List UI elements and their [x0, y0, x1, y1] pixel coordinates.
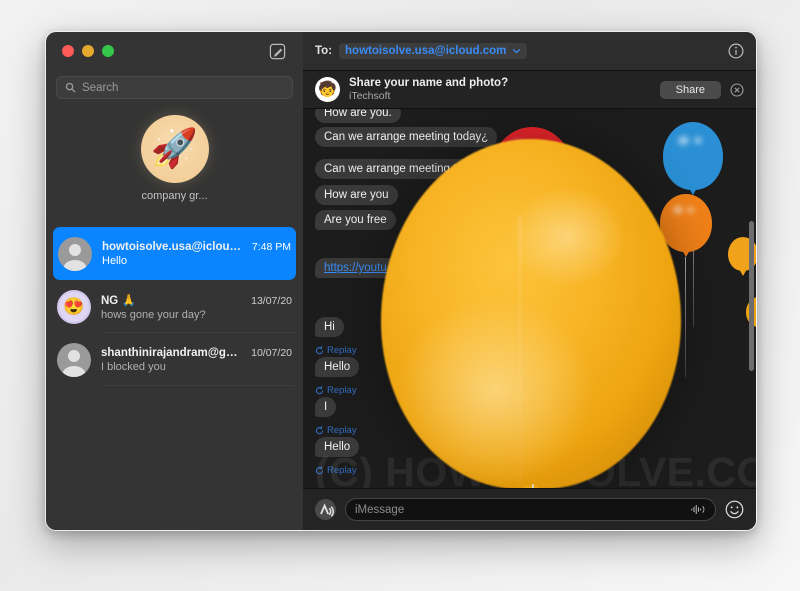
- heart-eyes-icon: 😍: [63, 297, 85, 316]
- conversation-preview: hows gone your day?: [101, 308, 206, 321]
- conversation-time: 7:48 PM: [251, 240, 291, 253]
- message-bubble[interactable]: Can we arrange meeting today¿: [315, 127, 498, 147]
- minimize-button[interactable]: [82, 45, 94, 57]
- recipient-address: howtoisolve.usa@icloud.com: [345, 45, 507, 57]
- replay-effect-button[interactable]: Replay: [315, 385, 359, 396]
- timestamp: Thu, 16 Jul, 10:12 PM: [461, 219, 550, 229]
- sidebar: 🚀 company gr... howtoisolve.usa@icloud..…: [46, 32, 303, 530]
- conversation-preview: Hello: [102, 254, 128, 267]
- replay-label: Replay: [327, 385, 357, 396]
- message-input-bar: [303, 488, 756, 530]
- list-item[interactable]: 😍 NG 🙏 13/07/20 hows gone your day?: [46, 280, 303, 333]
- memoji-avatar: 🧒: [315, 77, 340, 102]
- message-row[interactable]: I Replay: [315, 397, 357, 436]
- message-row[interactable]: Can we arrange meeting today¿: [315, 127, 498, 152]
- youtube-link[interactable]: https://youtu.be/rO: [324, 262, 419, 274]
- replay-icon: [315, 346, 324, 355]
- chevron-down-icon[interactable]: [512, 48, 521, 54]
- replay-effect-button[interactable]: Replay: [315, 465, 359, 476]
- message-bubble[interactable]: Are you free: [315, 210, 396, 230]
- balloon-string: [693, 197, 694, 327]
- balloon-big-yellow: [381, 139, 681, 488]
- pinned-name: company gr...: [141, 190, 208, 202]
- conversation-name: shanthinirajandram@gm...: [101, 346, 246, 359]
- watermark: (C) HOWTOISOLVE.COM: [315, 449, 756, 488]
- avatar: [57, 342, 91, 377]
- to-label: To:: [315, 45, 333, 57]
- conversation-preview: I blocked you: [101, 360, 166, 373]
- zoom-button[interactable]: [102, 45, 114, 57]
- timestamp: Today 2:44 PM: [471, 274, 532, 284]
- message-bubble[interactable]: Hello: [315, 437, 360, 457]
- compose-icon[interactable]: [269, 43, 286, 60]
- pinned-avatar: 🚀: [140, 115, 209, 183]
- message-bubble[interactable]: Hi: [315, 317, 344, 337]
- conversation-time: 13/07/20: [251, 294, 292, 307]
- message-bubble-link[interactable]: https://youtu.be/rO: [315, 258, 428, 278]
- balloon-orange: [660, 194, 712, 252]
- replay-icon: [315, 466, 324, 475]
- message-row[interactable]: How are you: [315, 185, 398, 210]
- list-item[interactable]: howtoisolve.usa@icloud.... 7:48 PM Hello: [53, 227, 296, 280]
- audio-waveform-icon[interactable]: [690, 503, 706, 516]
- message-bubble[interactable]: How are you.: [315, 109, 401, 123]
- replay-effect-button[interactable]: Replay: [315, 425, 357, 436]
- search-icon: [65, 82, 76, 93]
- message-row[interactable]: How are you.: [315, 109, 401, 128]
- banner-title: Share your name and photo?: [349, 77, 509, 90]
- replay-icon: [315, 386, 324, 395]
- person-icon: 🧒: [318, 81, 337, 98]
- window-controls: [62, 45, 114, 57]
- message-row[interactable]: Hello Replay: [315, 437, 360, 476]
- message-row[interactable]: Hi Replay: [315, 317, 357, 356]
- balloon-red: [491, 127, 573, 217]
- replay-label: Replay: [327, 465, 357, 476]
- app-store-icon[interactable]: [315, 499, 336, 520]
- message-row[interactable]: https://youtu.be/rO: [315, 258, 428, 283]
- emoji-smiley-icon[interactable]: [725, 500, 744, 519]
- balloon-string: [685, 257, 686, 377]
- messages-window: 🚀 company gr... howtoisolve.usa@icloud..…: [45, 31, 757, 531]
- balloon-blue: [663, 122, 723, 190]
- recipient-token[interactable]: howtoisolve.usa@icloud.com: [339, 43, 528, 59]
- imessage-field[interactable]: [345, 498, 716, 521]
- conversation-name: howtoisolve.usa@icloud....: [102, 240, 246, 253]
- replay-icon: [315, 426, 324, 435]
- message-row[interactable]: Can we arrange meeting today: [315, 159, 491, 184]
- message-list[interactable]: (C) HOWTOISOLVE.COM Thu, 16 Jul, 10:12 P…: [303, 109, 756, 488]
- info-icon[interactable]: [728, 43, 744, 59]
- message-row[interactable]: Are you free: [315, 210, 396, 235]
- message-bubble[interactable]: Hello: [315, 357, 360, 377]
- message-row[interactable]: Hello Replay: [315, 357, 360, 396]
- rocket-icon: 🚀: [150, 128, 199, 170]
- message-bubble[interactable]: Can we arrange meeting today: [315, 159, 491, 179]
- search-input[interactable]: [82, 81, 284, 94]
- message-bubble[interactable]: How are you: [315, 185, 398, 205]
- replay-effect-button[interactable]: Replay: [315, 345, 357, 356]
- conversation-time: 10/07/20: [251, 346, 292, 359]
- close-circle-icon[interactable]: [730, 82, 744, 97]
- list-item[interactable]: shanthinirajandram@gm... 10/07/20 I bloc…: [46, 333, 303, 386]
- avatar: [58, 236, 92, 271]
- conversation-pane: To: howtoisolve.usa@icloud.com 🧒 Share y…: [303, 32, 756, 530]
- imessage-input[interactable]: [355, 503, 684, 516]
- avatar: 😍: [57, 289, 91, 324]
- share-name-photo-banner: 🧒 Share your name and photo? iTechsoft S…: [303, 71, 756, 109]
- replay-label: Replay: [327, 425, 357, 436]
- pinned-conversation[interactable]: 🚀 company gr...: [46, 115, 303, 202]
- search-box[interactable]: [56, 76, 293, 99]
- message-scrollbar[interactable]: [749, 221, 754, 371]
- message-bubble[interactable]: I: [315, 397, 337, 417]
- close-button[interactable]: [62, 45, 74, 57]
- banner-subtitle: iTechsoft: [349, 90, 391, 103]
- replay-label: Replay: [327, 345, 357, 356]
- recipient-bar: To: howtoisolve.usa@icloud.com: [303, 32, 756, 71]
- conversation-name: NG 🙏: [101, 294, 136, 307]
- conversation-list: howtoisolve.usa@icloud.... 7:48 PM Hello…: [46, 227, 303, 386]
- share-button[interactable]: Share: [659, 80, 721, 99]
